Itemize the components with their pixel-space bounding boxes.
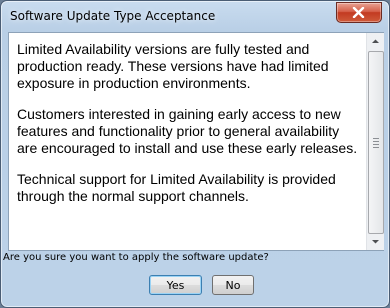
confirmation-question: Are you sure you want to apply the softw… <box>3 252 269 263</box>
message-paragraph: Limited Availability versions are fully … <box>17 41 329 91</box>
message-text: Limited Availability versions are fully … <box>17 41 362 219</box>
message-paragraph: Technical support for Limited Availabili… <box>17 171 336 204</box>
no-button[interactable]: No <box>212 275 254 295</box>
dialog-window: Software Update Type Acceptance Limited … <box>0 0 390 308</box>
scroll-down-button[interactable] <box>367 233 384 250</box>
chevron-up-icon <box>372 39 379 43</box>
scrollbar-thumb[interactable] <box>368 51 384 234</box>
close-button[interactable] <box>336 2 382 23</box>
yes-button[interactable]: Yes <box>149 275 202 295</box>
message-paragraph: Customers interested in gaining early ac… <box>17 106 358 156</box>
window-title: Software Update Type Acceptance <box>10 9 216 23</box>
grip-icon <box>373 138 379 150</box>
title-bar[interactable]: Software Update Type Acceptance <box>1 1 389 31</box>
scroll-up-button[interactable] <box>367 33 384 50</box>
close-icon <box>352 7 365 18</box>
message-panel: Limited Availability versions are fully … <box>8 32 384 251</box>
vertical-scrollbar[interactable] <box>366 33 384 250</box>
chevron-down-icon <box>372 240 379 244</box>
